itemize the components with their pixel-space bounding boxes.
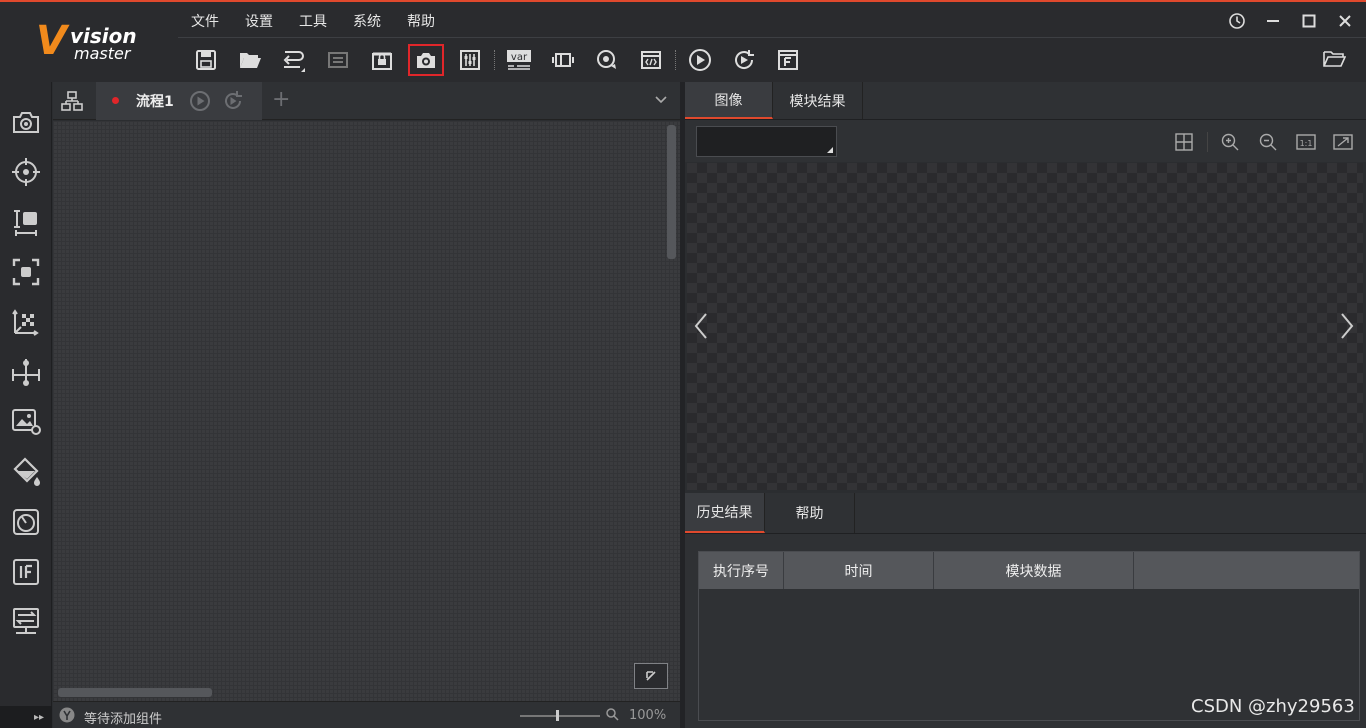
actual-size-icon[interactable]: 1:1 — [1296, 133, 1316, 151]
watermark: CSDN @zhy29563 — [1191, 696, 1355, 717]
toolbar-separator — [1207, 132, 1208, 152]
fit-screen-icon[interactable] — [1333, 133, 1353, 151]
tab-help[interactable]: 帮助 — [765, 493, 855, 533]
color-icon[interactable] — [10, 456, 42, 488]
recognize-icon[interactable] — [10, 256, 42, 288]
column-header-extra — [1134, 552, 1359, 589]
history-tab-bar: 历史结果 帮助 — [685, 493, 1366, 534]
flow-canvas[interactable] — [53, 121, 680, 701]
flow-status-bar: 等待添加组件 100% — [53, 701, 680, 728]
lock-icon[interactable] — [364, 44, 400, 76]
measure-icon[interactable] — [10, 206, 42, 238]
flow-tab-bar: 流程1 + — [53, 82, 680, 120]
fit-view-button[interactable] — [634, 663, 668, 689]
script-icon[interactable] — [633, 44, 669, 76]
variable-icon[interactable]: var — [501, 44, 537, 76]
next-image-icon[interactable] — [1339, 311, 1355, 341]
logo-v: V — [36, 18, 67, 64]
defect-icon[interactable] — [10, 506, 42, 538]
calibrate-icon[interactable] — [10, 306, 42, 338]
zoom-slider-handle[interactable] — [556, 710, 559, 721]
flow-tree-icon[interactable] — [61, 90, 83, 112]
history-icon[interactable] — [1226, 10, 1248, 32]
run-once-icon[interactable] — [682, 44, 718, 76]
svg-text:1:1: 1:1 — [1300, 139, 1313, 148]
camera-icon[interactable] — [10, 106, 42, 138]
logo-master: master — [74, 44, 131, 63]
column-header-seq[interactable]: 执行序号 — [699, 552, 784, 589]
image-source-select[interactable] — [696, 126, 837, 157]
run-loop-icon[interactable] — [726, 44, 762, 76]
previous-image-icon[interactable] — [693, 311, 709, 341]
communication-icon[interactable] — [10, 606, 42, 638]
tab-module-result[interactable]: 模块结果 — [773, 82, 863, 119]
column-header-module-data[interactable]: 模块数据 — [934, 552, 1134, 589]
flow-tab-label: 流程1 — [136, 94, 174, 110]
zoom-out-icon[interactable] — [1259, 133, 1277, 151]
zoom-level: 100% — [629, 708, 667, 723]
search-icon — [606, 708, 619, 721]
column-header-time[interactable]: 时间 — [784, 552, 934, 589]
align-icon[interactable] — [10, 356, 42, 388]
save-icon[interactable] — [188, 44, 224, 76]
redo-icon[interactable] — [320, 44, 356, 76]
maximize-icon[interactable] — [1298, 10, 1320, 32]
vision-master-window: V vision master 文件 设置 工具 系统 帮助 var ▸▸ 流程… — [0, 0, 1366, 728]
add-flow-button[interactable]: + — [272, 87, 290, 112]
undo-icon[interactable] — [276, 44, 312, 76]
status-text: 等待添加组件 — [84, 712, 163, 727]
horizontal-scrollbar[interactable] — [58, 688, 212, 697]
loop-run-icon[interactable] — [222, 90, 244, 112]
expand-sidebar-icon[interactable]: ▸▸ — [0, 706, 52, 728]
menu-system[interactable]: 系统 — [340, 12, 394, 34]
toolbar: var — [188, 44, 814, 76]
open-icon[interactable] — [232, 44, 268, 76]
toolbar-separator — [675, 50, 676, 70]
toolbar-separator — [494, 50, 495, 70]
status-dot — [112, 97, 119, 104]
vertical-scrollbar[interactable] — [667, 125, 676, 259]
format-icon[interactable] — [770, 44, 806, 76]
var-label: var — [511, 52, 528, 63]
zoom-slider[interactable] — [520, 710, 600, 721]
menu-tools[interactable]: 工具 — [286, 12, 340, 34]
minimize-icon[interactable] — [1262, 10, 1284, 32]
logic-icon[interactable] — [10, 556, 42, 588]
app-logo: V vision master — [36, 18, 156, 68]
tab-image[interactable]: 图像 — [685, 82, 773, 119]
menu-divider — [178, 37, 1366, 38]
adjust-icon[interactable] — [452, 44, 488, 76]
cycle-icon[interactable] — [589, 44, 625, 76]
tab-history-results[interactable]: 历史结果 — [685, 493, 765, 533]
tool-sidebar — [0, 82, 52, 728]
image-process-icon[interactable] — [10, 406, 42, 438]
image-viewer[interactable] — [687, 163, 1363, 490]
menu-bar: 文件 设置 工具 系统 帮助 — [178, 12, 448, 34]
tab-flow1[interactable]: 流程1 — [96, 82, 262, 120]
zoom-in-icon[interactable] — [1221, 133, 1239, 151]
status-icon — [59, 707, 75, 723]
image-tab-bar: 图像 模块结果 — [685, 82, 1366, 120]
menu-help[interactable]: 帮助 — [394, 12, 448, 34]
camera-icon[interactable] — [408, 44, 444, 76]
io-icon[interactable] — [545, 44, 581, 76]
close-icon[interactable] — [1334, 10, 1356, 32]
grid-icon[interactable] — [1175, 133, 1193, 151]
play-icon[interactable] — [189, 90, 211, 112]
menu-settings[interactable]: 设置 — [232, 12, 286, 34]
chevron-down-icon[interactable] — [654, 94, 668, 106]
locate-icon[interactable] — [10, 156, 42, 188]
table-header: 执行序号 时间 模块数据 — [699, 552, 1359, 589]
window-controls — [1226, 10, 1356, 32]
open-folder-icon[interactable] — [1322, 48, 1346, 72]
menu-file[interactable]: 文件 — [178, 12, 232, 34]
